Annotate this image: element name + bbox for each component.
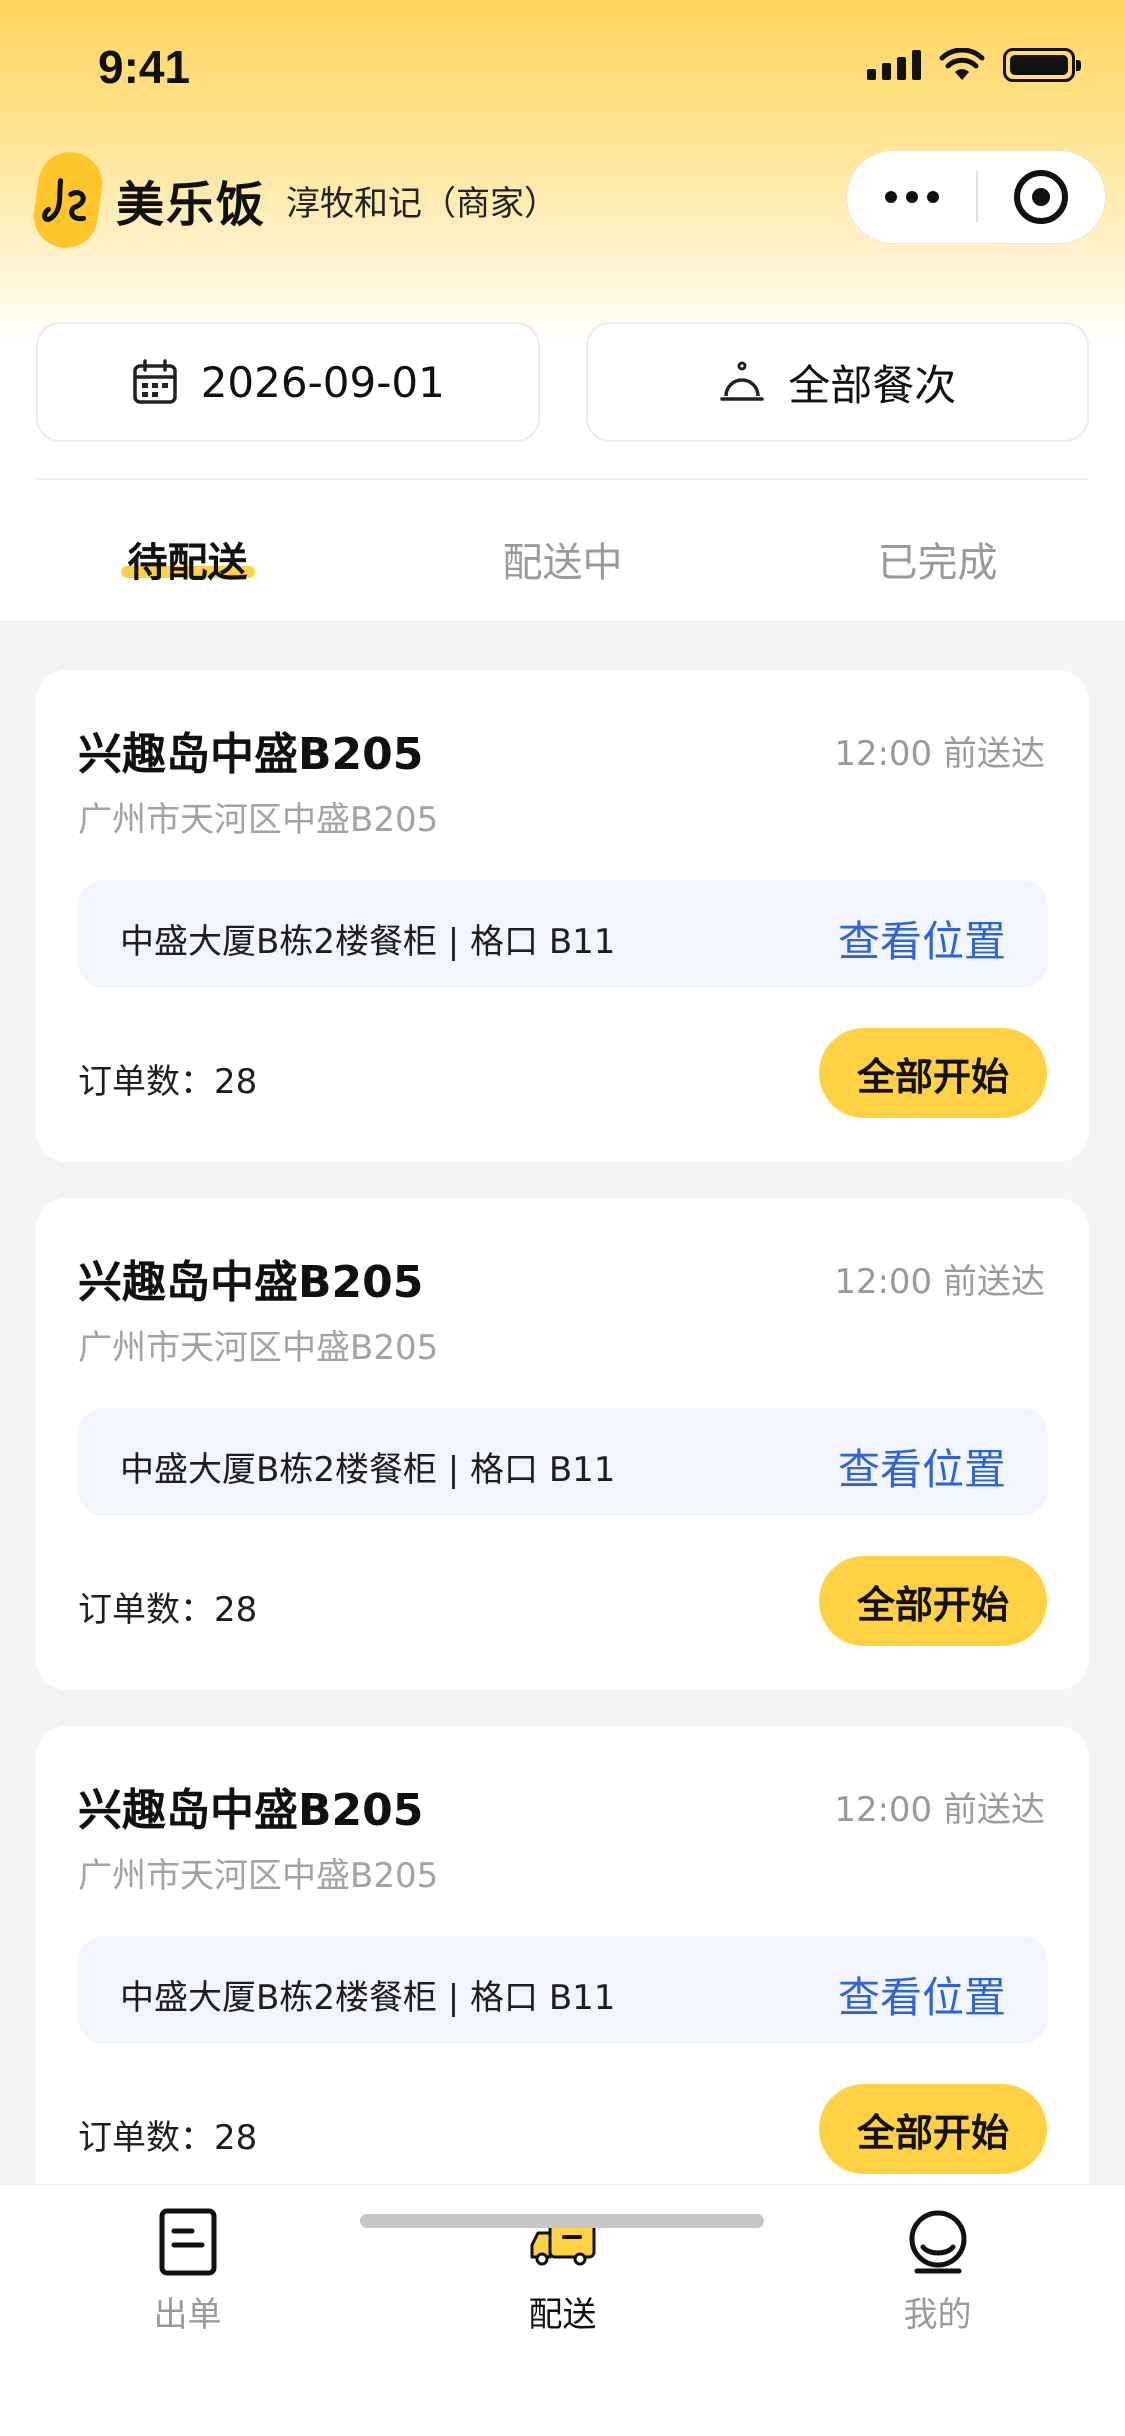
date-value: 2026-09-01: [200, 357, 445, 407]
order-count: 订单数：28: [78, 2118, 258, 2158]
brand-name: 美乐饭: [116, 177, 267, 233]
delivery-card[interactable]: 兴趣岛中盛B205 12:00 前送达 广州市天河区中盛B205 中盛大厦B栋2…: [36, 670, 1089, 1162]
filter-bar: 2026-09-01 全部餐次: [36, 322, 1089, 442]
tabbar-item-orders[interactable]: 出单: [0, 2185, 375, 2355]
profile-icon: [901, 2205, 975, 2279]
tabbar-item-profile[interactable]: 我的: [750, 2185, 1125, 2355]
delivery-deadline: 12:00 前送达: [834, 1262, 1045, 1302]
brand-logo-icon: [29, 148, 107, 252]
tab-completed[interactable]: 已完成: [750, 500, 1125, 618]
site-name: 兴趣岛中盛B205: [78, 1257, 424, 1308]
status-icons: [867, 48, 1081, 82]
locker-location: 中盛大厦B栋2楼餐柜 | 格口 B11: [120, 1978, 616, 2018]
order-count: 订单数：28: [78, 1062, 258, 1102]
start-all-button[interactable]: 全部开始: [819, 1028, 1047, 1118]
date-picker-button[interactable]: 2026-09-01: [36, 322, 540, 442]
order-count: 订单数：28: [78, 1590, 258, 1630]
start-all-button[interactable]: 全部开始: [819, 2084, 1047, 2174]
site-address: 广州市天河区中盛B205: [78, 800, 439, 840]
tab-delivering[interactable]: 配送中: [375, 500, 750, 618]
pickup-location-box: 中盛大厦B栋2楼餐柜 | 格口 B11 查看位置: [78, 1936, 1048, 2044]
delivery-card[interactable]: 兴趣岛中盛B205 12:00 前送达 广州市天河区中盛B205 中盛大厦B栋2…: [36, 1198, 1089, 1690]
tabbar-label: 出单: [153, 2295, 222, 2335]
tab-label: 已完成: [877, 540, 998, 586]
tab-label: 配送中: [502, 540, 623, 586]
wifi-icon: [939, 48, 985, 80]
status-bar: 9:41: [0, 0, 1125, 140]
tab-label: 待配送: [127, 540, 248, 586]
locker-location: 中盛大厦B栋2楼餐柜 | 格口 B11: [120, 1450, 616, 1490]
site-name: 兴趣岛中盛B205: [78, 1785, 424, 1836]
delivery-list: 兴趣岛中盛B205 12:00 前送达 广州市天河区中盛B205 中盛大厦B栋2…: [36, 670, 1089, 2254]
merchant-name: 淳牧和记（商家）: [286, 183, 559, 224]
pickup-location-box: 中盛大厦B栋2楼餐柜 | 格口 B11 查看位置: [78, 880, 1048, 988]
tabbar-item-delivery[interactable]: 配送: [375, 2185, 750, 2355]
close-miniprogram-icon[interactable]: [978, 150, 1105, 244]
delivery-card[interactable]: 兴趣岛中盛B205 12:00 前送达 广州市天河区中盛B205 中盛大厦B栋2…: [36, 1726, 1089, 2218]
filter-divider: [36, 478, 1089, 480]
delivery-deadline: 12:00 前送达: [834, 1790, 1045, 1830]
site-name: 兴趣岛中盛B205: [78, 729, 424, 780]
pickup-location-box: 中盛大厦B栋2楼餐柜 | 格口 B11 查看位置: [78, 1408, 1048, 1516]
locker-location: 中盛大厦B栋2楼餐柜 | 格口 B11: [120, 922, 616, 962]
view-location-link[interactable]: 查看位置: [838, 1964, 1006, 2025]
app-screen: 9:41 美乐饭 淳牧和记（商家） 2026-09-01 全部餐次 待配送 配送…: [0, 0, 1125, 2436]
miniprogram-capsule: [846, 150, 1106, 244]
tabbar-label: 配送: [528, 2295, 597, 2335]
cellular-signal-icon: [867, 50, 921, 80]
tabbar-label: 我的: [903, 2295, 972, 2335]
battery-icon: [1003, 48, 1081, 82]
brand-header: 美乐饭 淳牧和记（商家）: [29, 148, 559, 252]
receipt-icon: [151, 2205, 225, 2279]
more-options-icon[interactable]: [847, 150, 976, 244]
view-location-link[interactable]: 查看位置: [838, 908, 1006, 969]
delivery-deadline: 12:00 前送达: [834, 734, 1045, 774]
home-indicator[interactable]: [360, 2214, 764, 2228]
site-address: 广州市天河区中盛B205: [78, 1856, 439, 1896]
tab-pending[interactable]: 待配送: [0, 500, 375, 618]
meal-cloche-icon: [720, 361, 764, 401]
meal-value: 全部餐次: [788, 360, 957, 410]
calendar-icon: [132, 359, 177, 404]
site-address: 广州市天河区中盛B205: [78, 1328, 439, 1368]
meal-filter-button[interactable]: 全部餐次: [585, 322, 1089, 442]
status-time: 9:41: [98, 41, 191, 93]
view-location-link[interactable]: 查看位置: [838, 1436, 1006, 1497]
status-tabs: 待配送 配送中 已完成: [0, 500, 1125, 618]
start-all-button[interactable]: 全部开始: [819, 1556, 1047, 1646]
